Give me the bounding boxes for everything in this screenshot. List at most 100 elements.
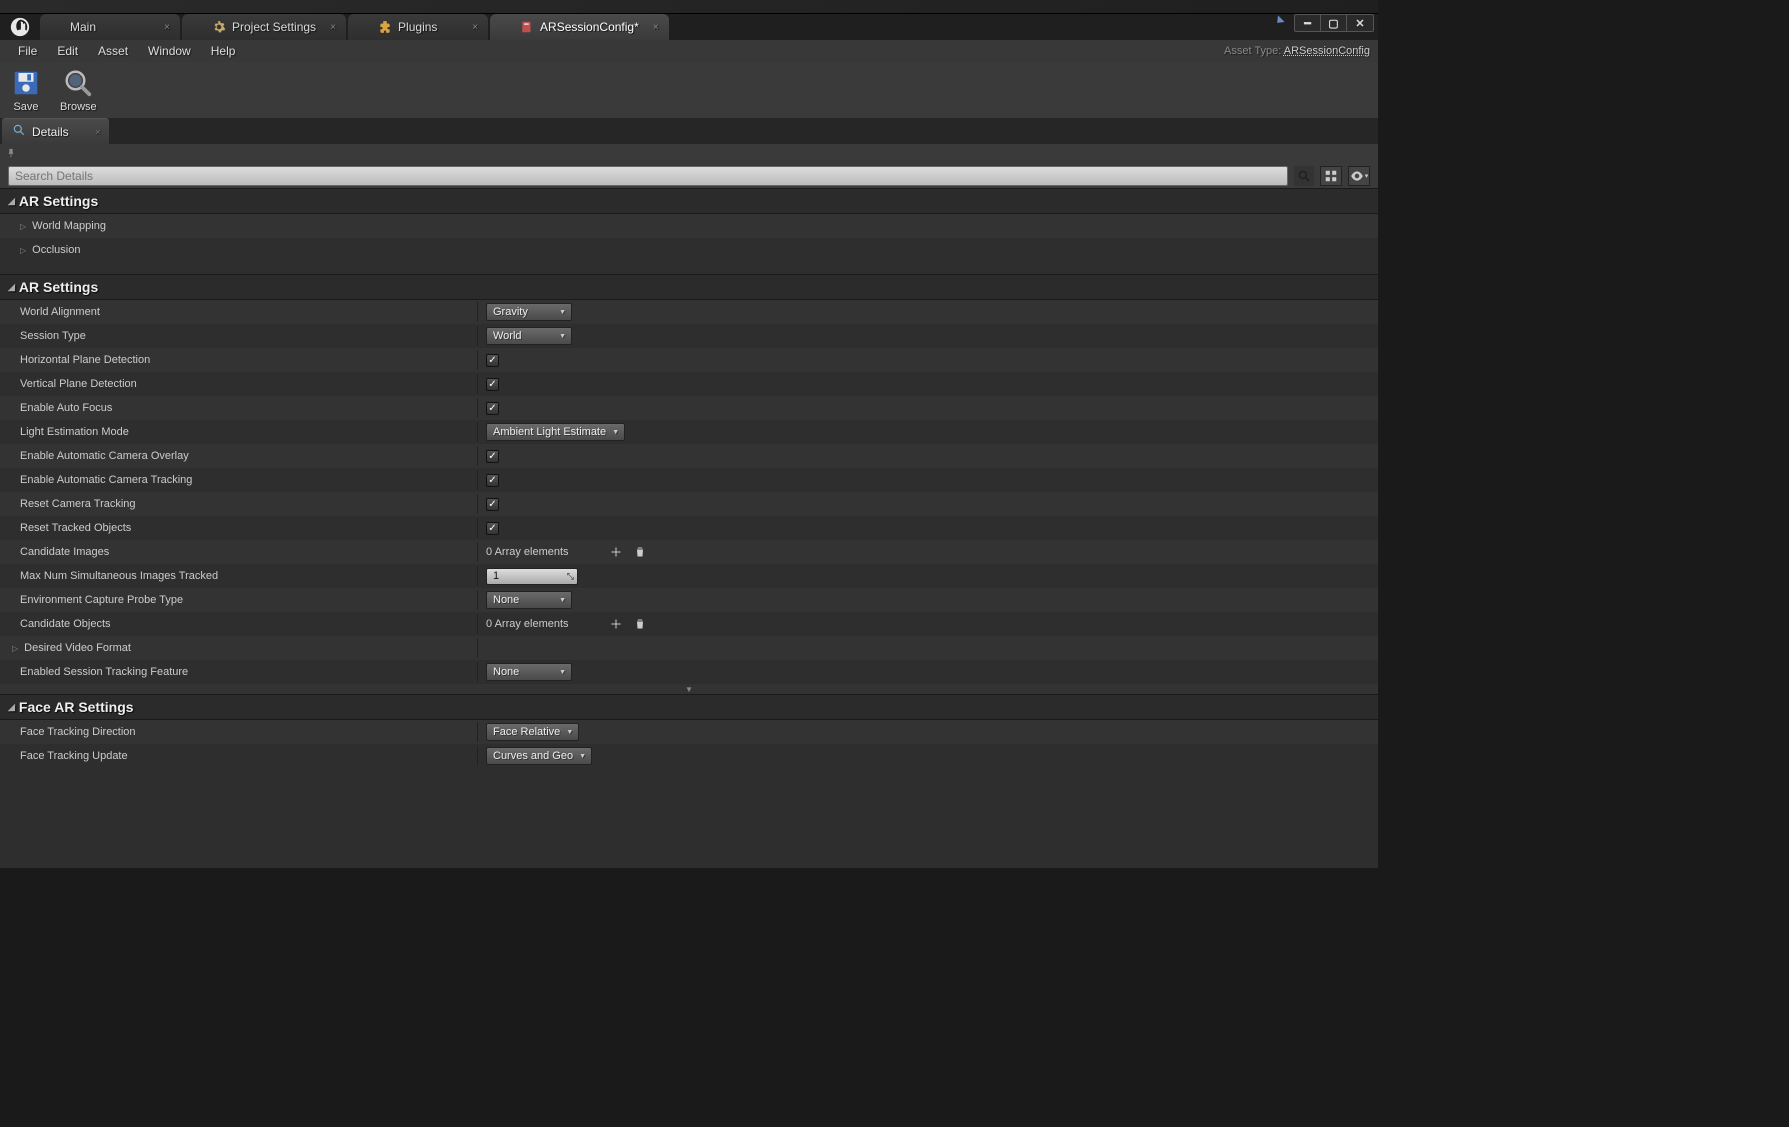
label-light-estimation: Light Estimation Mode — [0, 422, 478, 442]
dropdown-session-type[interactable]: World — [486, 327, 572, 345]
label-desired-video[interactable]: ▷ Desired Video Format — [0, 638, 478, 658]
expand-advanced-icon[interactable]: ▼ — [0, 684, 1378, 694]
close-icon[interactable]: × — [653, 22, 659, 33]
search-row: ▾ — [0, 164, 1378, 188]
bookmark-icon[interactable] — [1270, 14, 1286, 30]
close-button[interactable]: ✕ — [1347, 15, 1373, 31]
trash-icon[interactable] — [633, 617, 647, 631]
category-title: AR Settings — [19, 193, 98, 209]
checkbox-reset-tracked-obj[interactable]: ✓ — [486, 522, 499, 535]
tab-main[interactable]: Main × — [40, 14, 180, 40]
tab-arsessionconfig[interactable]: ARSessionConfig* × — [490, 14, 669, 40]
label-candidate-objects: Candidate Objects — [0, 614, 478, 634]
label-reset-tracked-obj: Reset Tracked Objects — [0, 518, 478, 538]
close-icon[interactable]: × — [164, 22, 170, 33]
category-ar-settings-2[interactable]: ◢ AR Settings — [0, 274, 1378, 300]
array-count-candidate-images: 0 Array elements — [486, 546, 569, 558]
sub-label: World Mapping — [32, 220, 106, 232]
panel-tabs: Details × — [0, 118, 1378, 144]
label-auto-cam-tracking: Enable Automatic Camera Tracking — [0, 470, 478, 490]
details-tab[interactable]: Details × — [2, 118, 109, 144]
tab-project-settings[interactable]: Project Settings × — [182, 14, 346, 40]
menu-edit[interactable]: Edit — [47, 44, 88, 58]
dropdown-world-alignment[interactable]: Gravity — [486, 303, 572, 321]
save-button[interactable]: Save — [10, 67, 42, 113]
unreal-logo-icon — [0, 14, 40, 40]
checkbox-vertical-plane[interactable]: ✓ — [486, 378, 499, 391]
label-max-images: Max Num Simultaneous Images Tracked — [0, 566, 478, 586]
visibility-button[interactable]: ▾ — [1348, 166, 1370, 186]
minimize-button[interactable]: ━ — [1295, 15, 1321, 31]
menu-file[interactable]: File — [8, 44, 47, 58]
details-body: ◢ AR Settings ▷ World Mapping ▷ Occlusio… — [0, 188, 1378, 868]
menu-help[interactable]: Help — [201, 44, 246, 58]
label-vertical-plane: Vertical Plane Detection — [0, 374, 478, 394]
tab-plugins[interactable]: Plugins × — [348, 14, 488, 40]
save-icon — [10, 67, 42, 99]
checkbox-auto-cam-overlay[interactable]: ✓ — [486, 450, 499, 463]
dropdown-face-direction[interactable]: Face Relative — [486, 723, 579, 741]
pin-icon[interactable] — [6, 146, 16, 163]
checkbox-horizontal-plane[interactable]: ✓ — [486, 354, 499, 367]
label-horizontal-plane: Horizontal Plane Detection — [0, 350, 478, 370]
asset-type-value[interactable]: ARSessionConfig — [1284, 45, 1370, 57]
close-icon[interactable]: × — [330, 22, 336, 33]
plug-icon — [378, 20, 392, 34]
search-input[interactable] — [8, 166, 1288, 186]
dropdown-light-estimation[interactable]: Ambient Light Estimate — [486, 423, 625, 441]
close-icon[interactable]: × — [95, 127, 100, 137]
subcat-world-mapping[interactable]: ▷ World Mapping — [0, 214, 1378, 238]
chevron-right-icon: ▷ — [20, 246, 26, 255]
dropdown-session-tracking-feature[interactable]: None — [486, 663, 572, 681]
chevron-down-icon: ◢ — [8, 282, 15, 293]
close-icon[interactable]: × — [472, 22, 478, 33]
tab-label: Main — [70, 20, 96, 34]
menu-asset[interactable]: Asset — [88, 44, 138, 58]
category-face-ar-settings[interactable]: ◢ Face AR Settings — [0, 694, 1378, 720]
label-env-probe: Environment Capture Probe Type — [0, 590, 478, 610]
details-icon — [12, 123, 26, 140]
category-title: AR Settings — [19, 279, 98, 295]
menu-bar: File Edit Asset Window Help Asset Type: … — [0, 40, 1378, 62]
dropdown-env-probe[interactable]: None — [486, 591, 572, 609]
asset-type-label: Asset Type: ARSessionConfig — [1224, 45, 1370, 57]
subcat-occlusion[interactable]: ▷ Occlusion — [0, 238, 1378, 262]
browse-icon — [62, 67, 94, 99]
maximize-button[interactable]: ▢ — [1321, 15, 1347, 31]
tool-label: Browse — [60, 101, 97, 113]
tool-label: Save — [13, 101, 38, 113]
category-title: Face AR Settings — [19, 699, 134, 715]
window-buttons: ━ ▢ ✕ — [1294, 14, 1374, 32]
label-session-tracking-feature: Enabled Session Tracking Feature — [0, 662, 478, 682]
add-icon[interactable] — [609, 545, 623, 559]
checkbox-auto-cam-tracking[interactable]: ✓ — [486, 474, 499, 487]
checkbox-auto-focus[interactable]: ✓ — [486, 402, 499, 415]
label-session-type: Session Type — [0, 326, 478, 346]
search-icon[interactable] — [1294, 166, 1314, 186]
checkbox-reset-cam-tracking[interactable]: ✓ — [486, 498, 499, 511]
category-ar-settings-1[interactable]: ◢ AR Settings — [0, 188, 1378, 214]
tab-label: Plugins — [398, 20, 437, 34]
toolbar: Save Browse — [0, 62, 1378, 118]
trash-icon[interactable] — [633, 545, 647, 559]
chevron-down-icon: ◢ — [8, 196, 15, 207]
label-face-direction: Face Tracking Direction — [0, 722, 478, 742]
grid-view-button[interactable] — [1320, 166, 1342, 186]
add-icon[interactable] — [609, 617, 623, 631]
label-candidate-images: Candidate Images — [0, 542, 478, 562]
title-strip — [0, 0, 1378, 14]
tab-label: Project Settings — [232, 20, 316, 34]
label-reset-cam-tracking: Reset Camera Tracking — [0, 494, 478, 514]
tab-label: ARSessionConfig* — [540, 20, 639, 34]
menu-window[interactable]: Window — [138, 44, 201, 58]
chevron-down-icon: ◢ — [8, 702, 15, 713]
input-max-images[interactable]: 1 — [486, 568, 578, 585]
label-auto-focus: Enable Auto Focus — [0, 398, 478, 418]
browse-button[interactable]: Browse — [60, 67, 97, 113]
sub-label: Occlusion — [32, 244, 80, 256]
chevron-right-icon: ▷ — [20, 222, 26, 231]
chevron-right-icon: ▷ — [12, 644, 18, 653]
top-tab-bar: Main × Project Settings × Plugins × ARSe… — [0, 14, 1378, 40]
label-auto-cam-overlay: Enable Automatic Camera Overlay — [0, 446, 478, 466]
dropdown-face-update[interactable]: Curves and Geo — [486, 747, 592, 765]
